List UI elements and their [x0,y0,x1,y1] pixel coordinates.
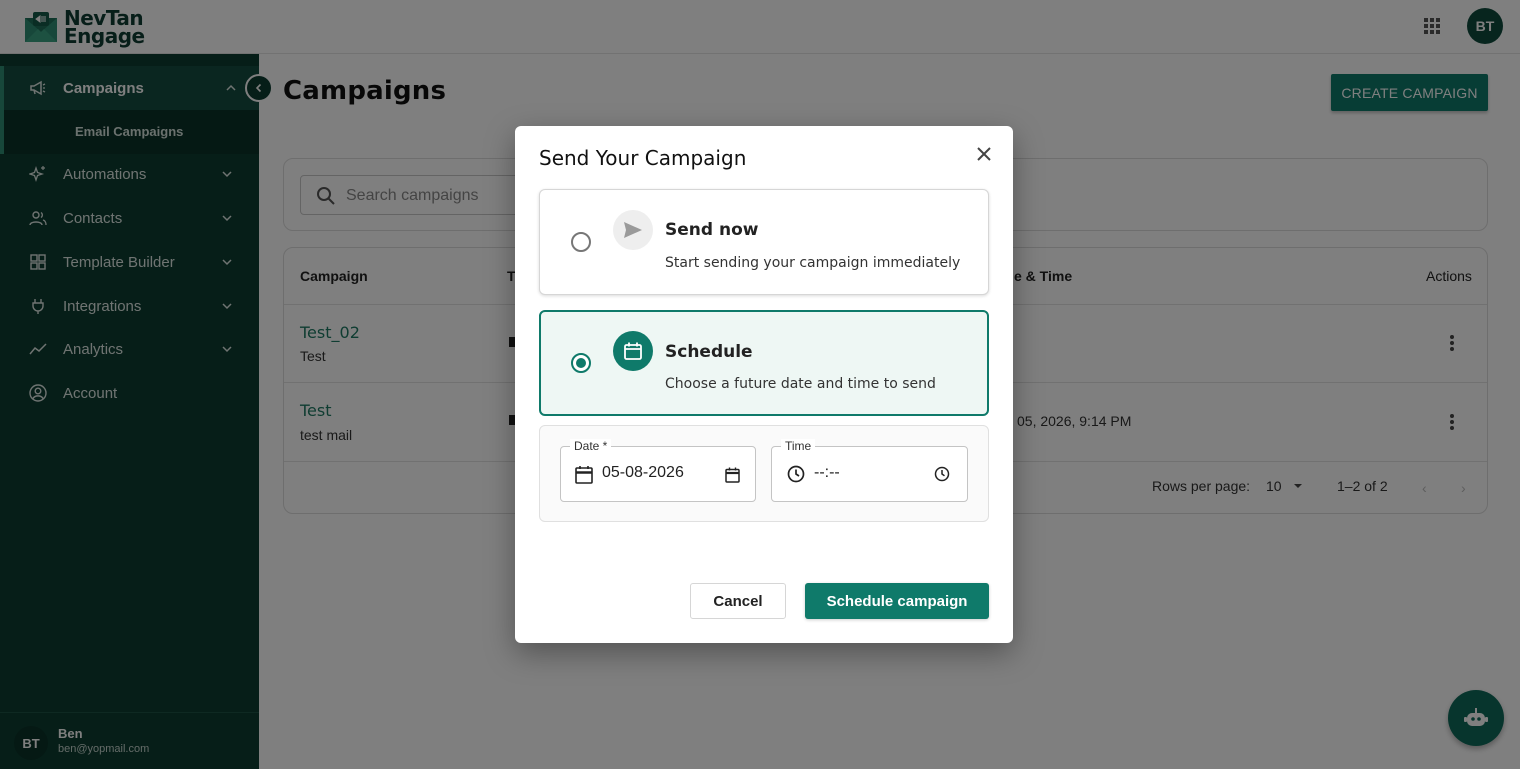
radio-send-now[interactable] [571,232,591,252]
option-title: Send now [665,220,759,240]
schedule-campaign-button[interactable]: Schedule campaign [805,583,989,619]
close-icon[interactable] [975,145,993,163]
radio-schedule[interactable] [571,353,591,373]
option-description: Start sending your campaign immediately [665,255,961,271]
time-picker-icon[interactable] [934,466,950,482]
schedule-datetime-panel: Date * 05-08-2026 Time --:-- [539,425,989,522]
calendar-icon [613,331,653,371]
cancel-button[interactable]: Cancel [690,583,786,619]
time-field[interactable]: Time --:-- [771,439,968,502]
time-label: Time [781,439,816,453]
time-value: --:-- [814,464,840,481]
send-campaign-dialog: Send Your Campaign Send now Start sendin… [515,126,1013,643]
option-schedule[interactable]: Schedule Choose a future date and time t… [539,310,989,416]
date-field[interactable]: Date * 05-08-2026 [560,439,756,502]
option-title: Schedule [665,342,753,362]
date-value: 05-08-2026 [602,464,684,481]
date-picker-icon[interactable] [725,467,740,483]
send-icon [613,210,653,250]
date-label: Date * [570,439,612,453]
clock-icon [787,465,805,483]
option-send-now[interactable]: Send now Start sending your campaign imm… [539,189,989,295]
option-description: Choose a future date and time to send [665,376,936,392]
calendar-icon [575,466,593,484]
dialog-title: Send Your Campaign [539,146,747,170]
